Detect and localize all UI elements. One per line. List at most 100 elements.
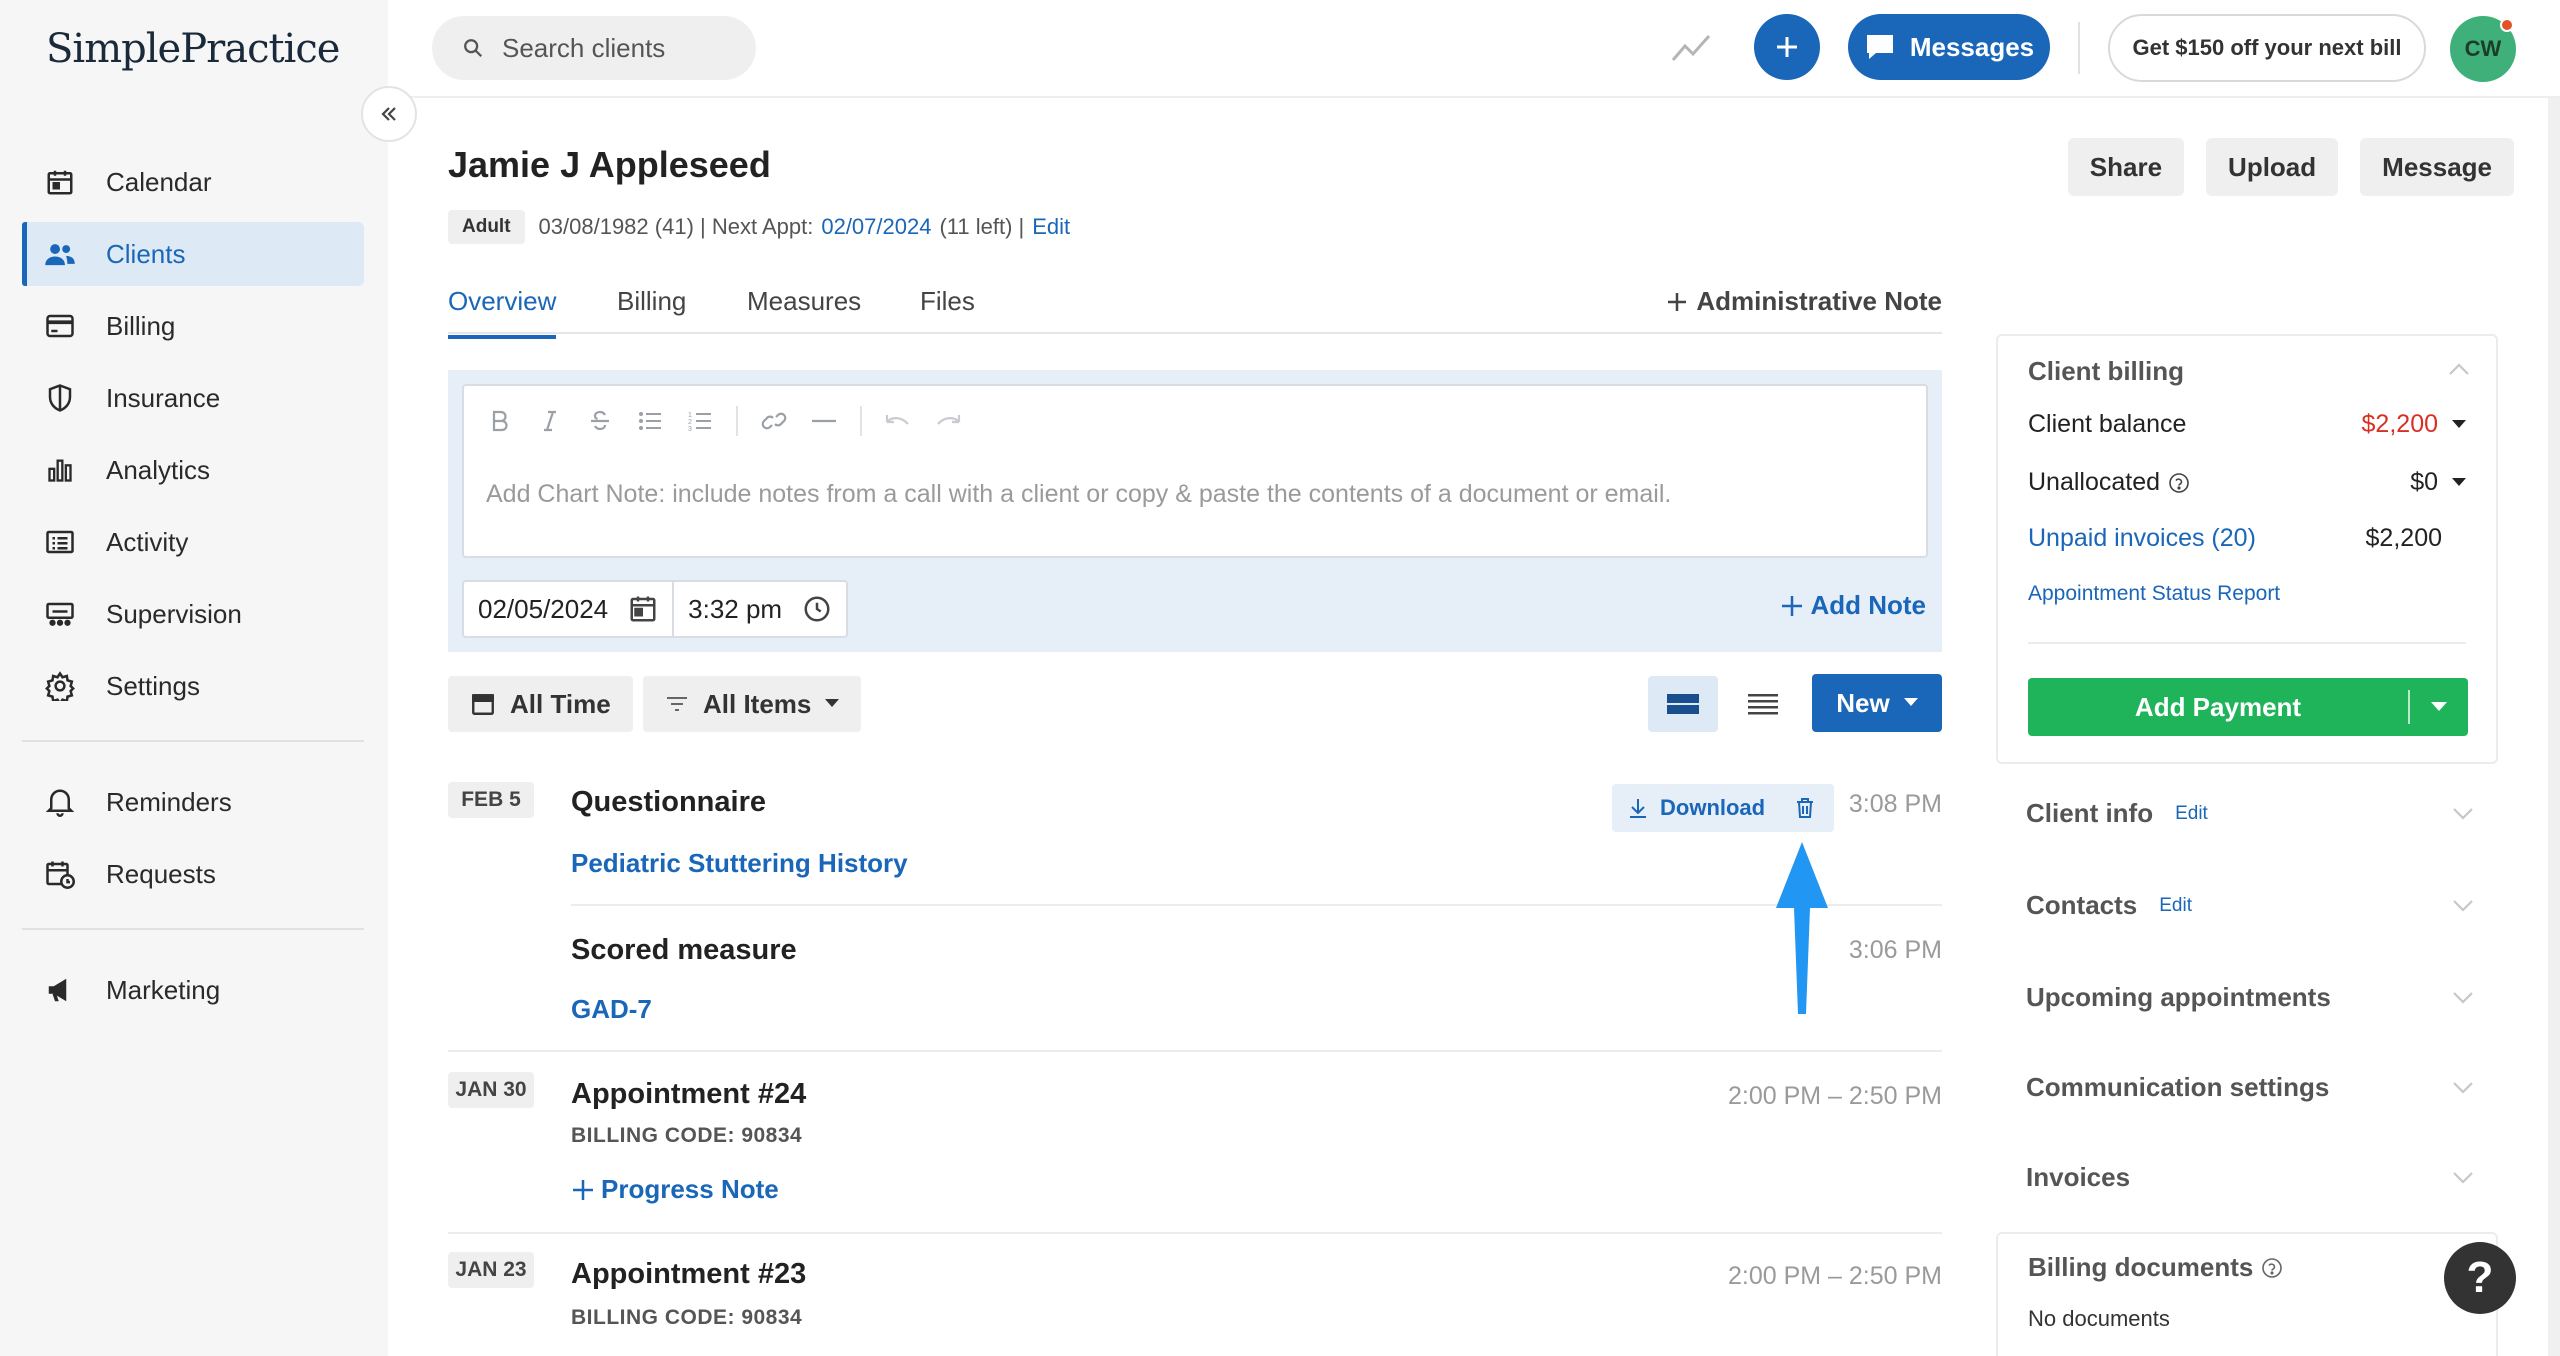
progress-note-button[interactable]: Progress Note <box>571 1174 779 1205</box>
message-button[interactable]: Message <box>2360 138 2514 196</box>
avatar[interactable]: CW <box>2450 16 2516 82</box>
add-payment-dropdown[interactable] <box>2410 702 2468 712</box>
chevron-up-icon[interactable] <box>2448 362 2470 376</box>
svg-text:3: 3 <box>688 426 692 432</box>
new-item-button[interactable]: New <box>1812 674 1942 732</box>
sidebar-item-insurance[interactable]: Insurance <box>22 366 364 430</box>
card-view-button[interactable] <box>1648 676 1718 732</box>
sidebar-item-label: Clients <box>106 238 186 269</box>
clock-icon <box>802 594 832 624</box>
invoices-section[interactable]: Invoices <box>2026 1162 2474 1193</box>
toolbar-divider <box>736 406 738 436</box>
trash-icon[interactable] <box>1795 797 1815 819</box>
sidebar-item-supervision[interactable]: Supervision <box>22 582 364 646</box>
users-icon <box>42 236 78 272</box>
numbered-list-icon[interactable]: 123 <box>686 407 714 435</box>
client-balance-dropdown[interactable]: $2,200 <box>2362 410 2466 439</box>
add-payment-button[interactable]: Add Payment <box>2028 678 2468 736</box>
app-logo[interactable]: SimplePractice <box>46 26 340 72</box>
search-box[interactable] <box>432 16 756 80</box>
time-filter-button[interactable]: All Time <box>448 676 633 732</box>
undo-icon[interactable] <box>884 407 912 435</box>
avatar-initials: CW <box>2464 36 2502 61</box>
add-note-button[interactable]: Add Note <box>1780 590 1926 621</box>
page-scrollbar-track[interactable] <box>2548 98 2560 1356</box>
note-time-field[interactable]: 3:32 pm <box>672 582 846 636</box>
client-info-section[interactable]: Client info Edit <box>2026 798 2474 829</box>
tab-billing[interactable]: Billing <box>617 286 686 335</box>
chart-note-editor[interactable]: 123 Add Chart Note: include notes from a… <box>462 384 1928 558</box>
messages-button[interactable]: Messages <box>1848 14 2050 80</box>
redo-icon[interactable] <box>934 407 962 435</box>
italic-icon[interactable] <box>536 407 564 435</box>
progress-note-label: Progress Note <box>601 1174 779 1204</box>
communication-settings-section[interactable]: Communication settings <box>2026 1072 2474 1103</box>
link-icon[interactable] <box>760 407 788 435</box>
sidebar-item-label: Reminders <box>106 786 232 817</box>
sidebar-item-label: Insurance <box>106 382 221 413</box>
sidebar-item-reminders[interactable]: Reminders <box>22 770 364 834</box>
client-name: Jamie J Appleseed <box>448 144 771 185</box>
tab-overview[interactable]: Overview <box>448 286 557 339</box>
contacts-section[interactable]: Contacts Edit <box>2026 890 2474 921</box>
edit-client-link[interactable]: Edit <box>1032 214 1070 240</box>
horizontal-rule-icon[interactable] <box>810 407 838 435</box>
help-circle-icon[interactable] <box>2261 1257 2283 1279</box>
unallocated-dropdown[interactable]: $0 <box>2410 468 2466 497</box>
sidebar-item-activity[interactable]: Activity <box>22 510 364 574</box>
note-date-field[interactable]: 02/05/2024 <box>464 582 672 636</box>
sidebar-item-calendar[interactable]: Calendar <box>22 150 364 214</box>
measure-link[interactable]: GAD-7 <box>571 994 652 1025</box>
toolbar-divider <box>860 406 862 436</box>
sidebar-item-label: Marketing <box>106 974 221 1005</box>
collapse-sidebar-button[interactable] <box>361 86 417 142</box>
trend-line-icon[interactable] <box>1670 30 1712 64</box>
client-info-edit-link[interactable]: Edit <box>2175 803 2208 825</box>
appointment-status-report-link[interactable]: Appointment Status Report <box>2028 582 2280 606</box>
chevrons-left-icon <box>377 102 401 126</box>
administrative-note-button[interactable]: Administrative Note <box>1666 286 1942 317</box>
date-badge: JAN 30 <box>448 1072 534 1108</box>
create-new-button[interactable] <box>1754 14 1820 80</box>
upcoming-appointments-section[interactable]: Upcoming appointments <box>2026 982 2474 1013</box>
sidebar-item-settings[interactable]: Settings <box>22 654 364 718</box>
tab-files[interactable]: Files <box>920 286 975 335</box>
items-filter-button[interactable]: All Items <box>643 676 862 732</box>
help-circle-icon[interactable] <box>2168 472 2190 494</box>
section-title: Client info <box>2026 798 2154 828</box>
sidebar-item-analytics[interactable]: Analytics <box>22 438 364 502</box>
tab-measures[interactable]: Measures <box>747 286 861 335</box>
card-divider <box>2028 642 2466 644</box>
sidebar-item-requests[interactable]: Requests <box>22 842 364 906</box>
chat-bubble-icon <box>1864 32 1896 62</box>
chevron-down-icon <box>2452 899 2474 913</box>
download-button[interactable]: Download <box>1660 795 1765 821</box>
note-time-value: 3:32 pm <box>688 593 783 624</box>
download-actions: Download <box>1612 784 1834 832</box>
sidebar-item-marketing[interactable]: Marketing <box>22 958 364 1022</box>
unallocated-value: $0 <box>2410 468 2438 496</box>
bold-icon[interactable] <box>486 407 514 435</box>
promo-button[interactable]: Get $150 off your next bill <box>2108 14 2426 82</box>
client-billing-title: Client billing <box>2028 356 2184 386</box>
upload-button[interactable]: Upload <box>2206 138 2339 196</box>
sidebar-item-clients[interactable]: Clients <box>22 222 364 286</box>
section-title: Upcoming appointments <box>2026 982 2331 1012</box>
date-badge: FEB 5 <box>448 782 534 818</box>
plus-icon <box>1780 594 1804 618</box>
billing-documents-empty: No documents <box>2028 1306 2170 1331</box>
help-button[interactable]: ? <box>2444 1242 2516 1314</box>
strikethrough-icon[interactable] <box>586 407 614 435</box>
questionnaire-link[interactable]: Pediatric Stuttering History <box>571 848 908 879</box>
contacts-edit-link[interactable]: Edit <box>2159 895 2192 917</box>
next-appt-link[interactable]: 02/07/2024 <box>821 214 931 240</box>
list-view-button[interactable] <box>1728 676 1798 732</box>
bullet-list-icon[interactable] <box>636 407 664 435</box>
svg-text:2: 2 <box>688 419 692 426</box>
sidebar-item-billing[interactable]: Billing <box>22 294 364 358</box>
search-input[interactable] <box>502 32 742 64</box>
unpaid-invoices-link[interactable]: Unpaid invoices (20) <box>2028 524 2256 553</box>
primary-nav: Calendar Clients Billing Insurance Analy… <box>22 150 364 726</box>
note-datetime: 02/05/2024 3:32 pm <box>462 580 849 638</box>
share-button[interactable]: Share <box>2067 138 2185 196</box>
